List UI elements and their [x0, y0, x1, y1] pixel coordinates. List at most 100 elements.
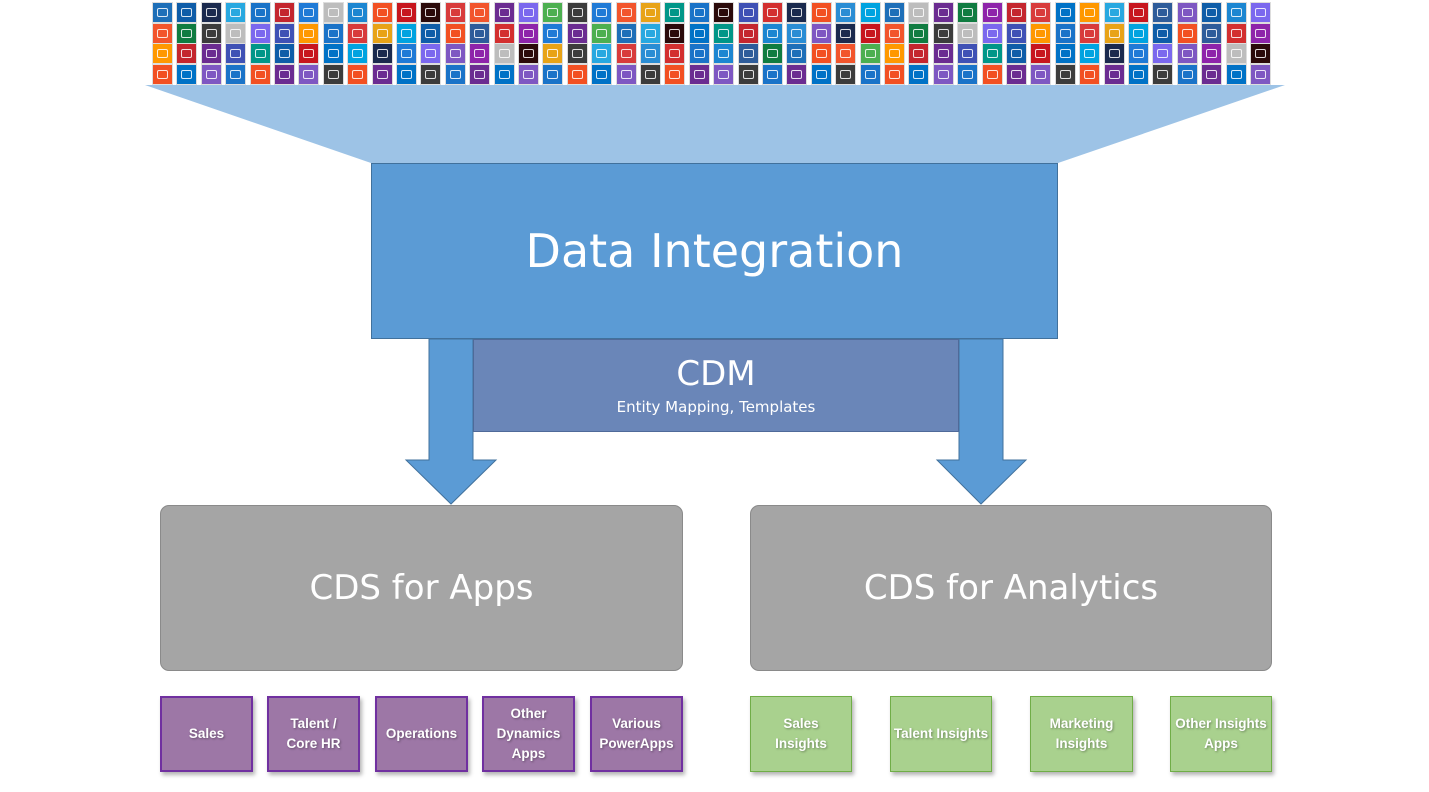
connector-icon [1176, 2, 1198, 23]
connector-icon [444, 43, 466, 64]
connector-glyph [1230, 28, 1242, 38]
connector-glyph [474, 49, 486, 58]
connector-icon [1103, 2, 1125, 23]
connector-icon [176, 2, 198, 23]
connector-icon [762, 22, 783, 44]
connector-glyph [1084, 49, 1096, 58]
connector-glyph [1084, 69, 1096, 79]
connector-icon [591, 22, 613, 44]
connector-glyph [352, 69, 364, 79]
connector-icon [1103, 43, 1125, 64]
connector-glyph [1035, 8, 1047, 17]
connector-glyph [791, 8, 803, 17]
connector-glyph [596, 28, 608, 38]
connector-icon [640, 43, 661, 64]
connector-glyph [157, 8, 168, 17]
connector-icon [884, 22, 905, 44]
connector-glyph [1206, 8, 1218, 17]
connector-icon [420, 43, 442, 64]
connector-icon [1201, 63, 1223, 85]
connector-glyph [279, 49, 290, 58]
connector-glyph [1011, 69, 1022, 79]
connector-glyph [718, 49, 730, 58]
connector-icon [444, 63, 466, 85]
connector-glyph [1108, 69, 1120, 79]
connector-icon [859, 22, 881, 44]
connector-icon [786, 43, 808, 64]
connector-glyph [401, 69, 412, 79]
connector-icon [493, 22, 515, 44]
connector-glyph [815, 8, 827, 17]
app-box-powerapps: Various PowerApps [590, 696, 683, 772]
connector-glyph [840, 69, 852, 79]
connector-icon [737, 2, 759, 23]
connector-glyph [791, 28, 803, 38]
connector-icon [1128, 63, 1149, 85]
connector-glyph [1084, 8, 1096, 17]
connector-glyph [474, 28, 486, 38]
connector-icon [566, 22, 588, 44]
connector-icon [762, 63, 783, 85]
connector-icon [810, 63, 832, 85]
connector-icon [835, 22, 857, 44]
connector-glyph [1059, 49, 1071, 58]
connector-icon [176, 22, 198, 44]
connector-glyph [1157, 49, 1169, 58]
connector-glyph [669, 69, 681, 79]
connector-glyph [327, 69, 339, 79]
app-label: Various PowerApps [599, 716, 674, 751]
connector-glyph [1255, 8, 1266, 17]
connector-icon [688, 2, 710, 23]
connector-glyph [425, 8, 437, 17]
connector-icon [835, 63, 857, 85]
connector-icon [1103, 63, 1125, 85]
connector-icon [640, 63, 661, 85]
connector-glyph [1011, 28, 1022, 38]
connector-glyph [986, 8, 998, 17]
connector-icon [347, 43, 369, 64]
app-label: Other Dynamics Apps [496, 706, 561, 761]
connector-icon [908, 2, 930, 23]
connector-icon [1128, 22, 1149, 44]
connector-glyph [767, 49, 778, 58]
connector-glyph [498, 8, 510, 17]
connector-icon [1006, 63, 1027, 85]
connector-icon [200, 63, 222, 85]
connector-glyph [401, 8, 412, 17]
connector-glyph [620, 69, 632, 79]
connector-glyph [1230, 49, 1242, 58]
connector-glyph [303, 8, 315, 17]
connector-glyph [962, 69, 974, 79]
connector-glyph [1181, 28, 1193, 38]
insight-label: Other Insights Apps [1175, 716, 1267, 751]
connector-glyph [913, 8, 925, 17]
connector-icon [884, 2, 905, 23]
connector-icon [542, 63, 564, 85]
connector-glyph [986, 69, 998, 79]
connector-glyph [767, 69, 778, 79]
connector-glyph [1035, 69, 1047, 79]
connector-icon [225, 43, 247, 64]
connector-glyph [1133, 28, 1144, 38]
connector-glyph [864, 49, 876, 58]
cdm-box: CDM Entity Mapping, Templates [473, 339, 959, 432]
connector-icon [859, 2, 881, 23]
connector-icon [737, 22, 759, 44]
connector-glyph [913, 28, 925, 38]
connector-icon [176, 63, 198, 85]
connector-glyph [742, 28, 754, 38]
connector-icon [1079, 63, 1101, 85]
connector-icon [152, 22, 173, 44]
connector-glyph [693, 28, 705, 38]
connector-icon [298, 22, 320, 44]
connector-icon [786, 2, 808, 23]
connector-icon [152, 43, 173, 64]
connector-icon [420, 63, 442, 85]
connector-icon [225, 2, 247, 23]
connector-icon [249, 43, 271, 64]
connector-icon [298, 43, 320, 64]
connector-icon [542, 2, 564, 23]
connector-icon [932, 22, 954, 44]
connector-icon [1030, 22, 1052, 44]
connector-glyph [791, 69, 803, 79]
